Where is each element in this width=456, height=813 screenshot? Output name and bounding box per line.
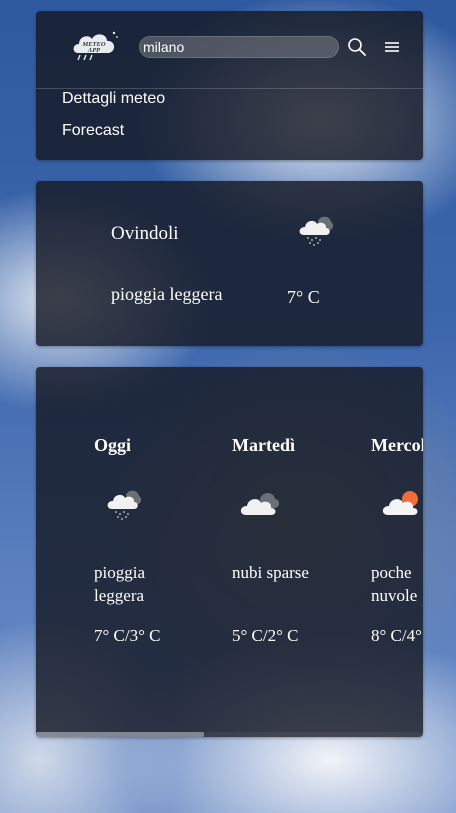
city-name: Ovindoli (111, 223, 179, 244)
app-header: METEO APP Dettagli meteo Forecast (36, 11, 423, 160)
app-logo[interactable]: METEO APP (70, 27, 120, 63)
nav-link-forecast[interactable]: Forecast (62, 122, 124, 140)
forecast-strip[interactable]: Oggi pioggia leggera 7° C/3° C Martedì n… (36, 367, 423, 737)
menu-icon[interactable] (382, 37, 402, 57)
day-temperature: 5° C/2° C (232, 626, 299, 645)
broken-clouds-icon (238, 487, 280, 527)
weather-description: pioggia leggera (111, 284, 223, 304)
day-name: Martedì (232, 435, 295, 455)
current-temperature: 7° C (287, 287, 320, 307)
day-description: nubi sparse (232, 563, 309, 582)
few-clouds-sun-icon (380, 487, 420, 527)
day-description: pioggia leggera (94, 563, 145, 605)
current-weather-card: Ovindoli pioggia leggera 7° C (36, 181, 423, 346)
search-icon[interactable] (347, 37, 367, 57)
search-input[interactable] (139, 36, 339, 58)
day-name: Mercoledì (371, 435, 423, 455)
rain-cloud-icon (298, 213, 334, 247)
nav-link-dettagli-meteo[interactable]: Dettagli meteo (62, 90, 165, 108)
header-divider (36, 88, 423, 89)
day-temperature: 8° C/4° C (371, 626, 423, 645)
forecast-scrollbar-thumb[interactable] (36, 732, 204, 737)
forecast-scrollbar[interactable] (36, 732, 423, 737)
day-name: Oggi (94, 435, 132, 455)
day-description: poche nuvole (371, 563, 418, 605)
rain-cloud-icon (106, 487, 146, 527)
logo-text-2: APP (87, 47, 101, 54)
day-temperature: 7° C/3° C (94, 626, 161, 645)
